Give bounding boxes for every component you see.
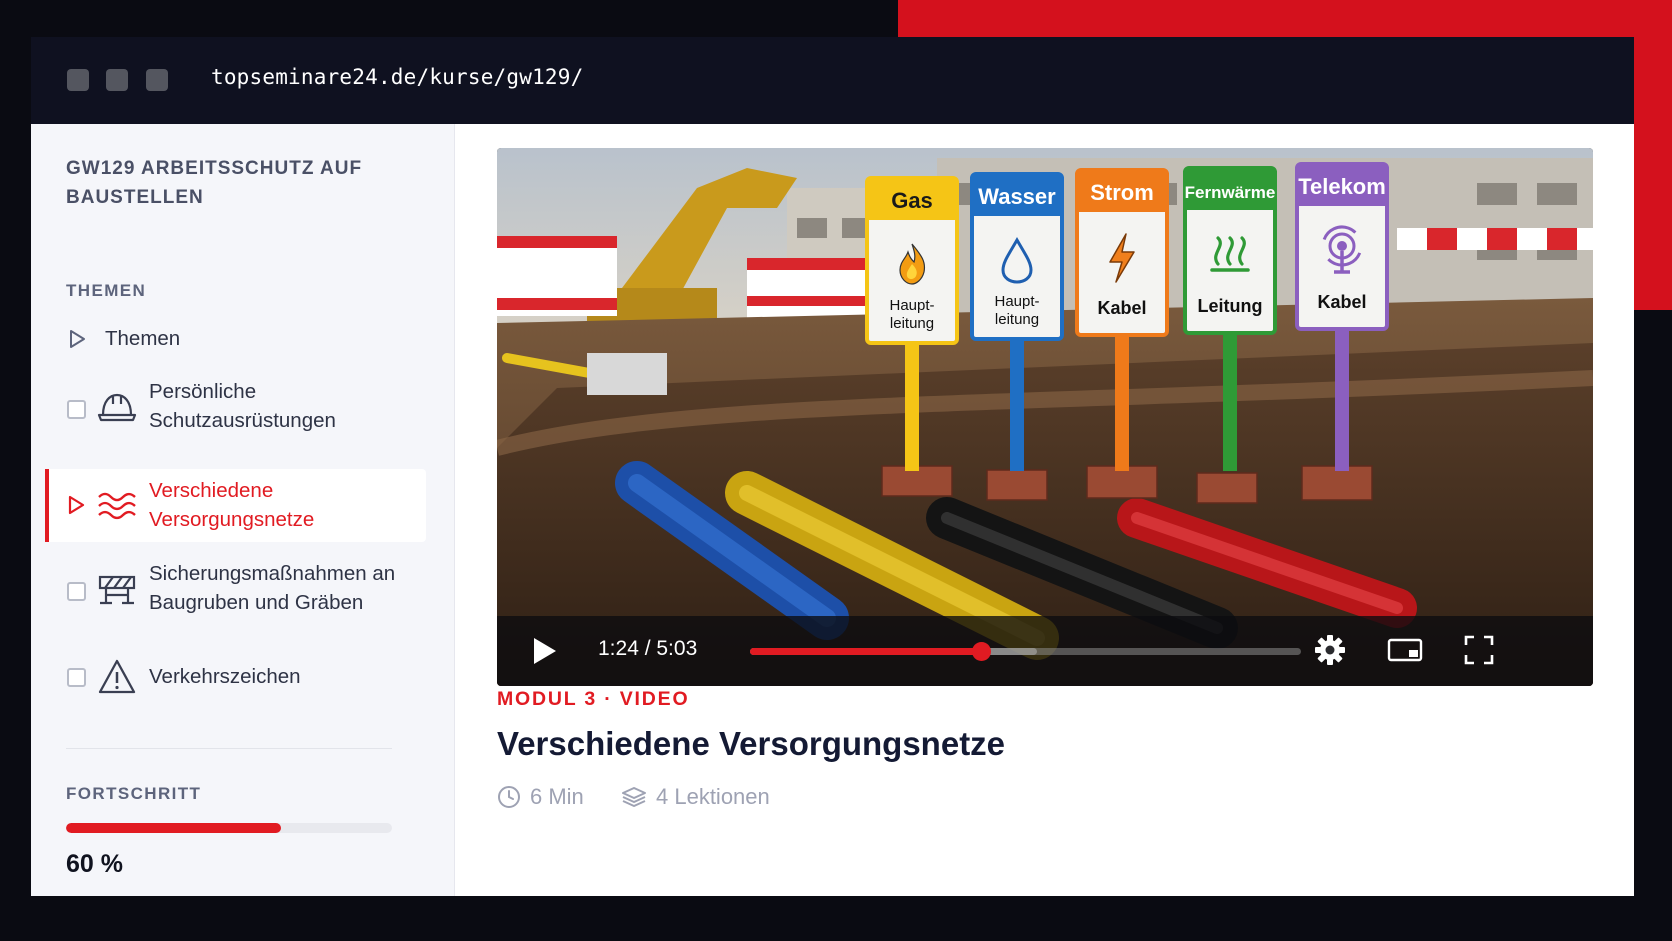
item-checkbox[interactable] <box>67 400 86 419</box>
browser-titlebar: topseminare24.de/kurse/gw129/ <box>31 37 1634 124</box>
sign-text: Haupt- <box>889 297 934 314</box>
theater-mode-icon[interactable] <box>1387 633 1423 667</box>
page-title: Verschiedene Versorgungsnetze <box>497 725 1006 762</box>
sidebar-item-themen[interactable]: Themen <box>45 314 426 364</box>
fullscreen-icon[interactable] <box>1462 633 1496 667</box>
sidebar-item-schutzausruestungen[interactable]: Persönliche Schutzausrüstungen <box>45 374 426 444</box>
sign-title: Wasser <box>978 184 1056 209</box>
browser-window: topseminare24.de/kurse/gw129/ GW129 ARBE… <box>31 37 1634 896</box>
sidebar-item-label: Themen <box>105 327 181 350</box>
sidebar-divider <box>66 748 392 749</box>
seek-handle[interactable] <box>972 642 992 661</box>
backdrop-dark-strip <box>1634 310 1672 941</box>
waves-icon <box>98 492 136 520</box>
sign-title: Gas <box>891 188 933 213</box>
hard-hat-icon <box>97 393 137 422</box>
play-button[interactable] <box>529 635 559 667</box>
progress-bar-fill <box>66 823 282 833</box>
play-outline-icon <box>70 330 85 348</box>
progress-bar <box>66 823 392 833</box>
sign-title: Strom <box>1090 180 1154 205</box>
sign-text: Leitung <box>1198 296 1263 316</box>
seek-bar[interactable] <box>750 642 1301 661</box>
sidebar-item-label: Verschiedene Versorgungsnetze <box>149 479 315 531</box>
progress-label: FORTSCHRITT <box>66 784 202 803</box>
topics-section-label: THEMEN <box>66 281 147 300</box>
sign-text: Kabel <box>1317 292 1366 312</box>
sign-text: Kabel <box>1097 298 1146 318</box>
sidebar-item-sicherungsmassnahmen[interactable]: Sicherungsmaßnahmen an Baugruben und Grä… <box>45 556 426 624</box>
video-player[interactable]: Gas Haupt-leitung Wasser Haupt-leitung Strom… <box>497 148 1593 686</box>
sidebar-item-verkehrszeichen[interactable]: Verkehrszeichen <box>45 649 426 705</box>
course-sidebar: GW129 ARBEITSSCHUTZ AUF BAUSTELLEN THEME… <box>31 124 455 896</box>
sidebar-item-versorgungsnetze[interactable]: Verschiedene Versorgungsnetze <box>45 469 426 542</box>
sign-post <box>1010 339 1024 471</box>
window-control-close[interactable] <box>67 69 89 91</box>
duration-text: 6 Min <box>530 784 584 809</box>
sign-text: Haupt- <box>994 293 1039 310</box>
sign-post <box>905 343 919 471</box>
sign-post <box>1335 329 1349 471</box>
item-checkbox[interactable] <box>67 582 86 601</box>
settings-gear-icon[interactable] <box>1313 633 1347 667</box>
window-control-minimize[interactable] <box>106 69 128 91</box>
module-eyebrow: MODUL 3 · VIDEO <box>497 688 690 710</box>
meta-lessons: 4 Lektionen <box>621 784 770 810</box>
sign-post <box>1223 333 1237 471</box>
video-time: 1:24 / 5:03 <box>598 637 698 660</box>
backdrop-dark-bottom <box>0 896 475 941</box>
play-outline-icon <box>68 495 85 515</box>
seek-played <box>750 648 982 655</box>
sign-title: Fernwärme <box>1185 183 1276 202</box>
sidebar-item-label: Sicherungsmaßnahmen an Baugruben und Grä… <box>149 562 396 614</box>
sign-post <box>1115 335 1129 471</box>
sign-text: leitung <box>995 311 1039 328</box>
video-controls: 1:24 / 5:03 <box>497 616 1593 686</box>
layers-icon <box>622 787 646 807</box>
lessons-text: 4 Lektionen <box>656 784 770 809</box>
sign-text: leitung <box>890 315 934 332</box>
barrier-icon <box>98 575 136 605</box>
window-control-maximize[interactable] <box>146 69 168 91</box>
sign-title: Telekom <box>1298 174 1386 199</box>
video-thumbnail-scene: Gas Haupt-leitung Wasser Haupt-leitung Strom… <box>497 148 1593 686</box>
sidebar-item-label: Persönliche Schutzausrüstungen <box>149 380 336 432</box>
course-title: GW129 ARBEITSSCHUTZ AUF BAUSTELLEN <box>66 158 363 208</box>
address-bar-url[interactable]: topseminare24.de/kurse/gw129/ <box>211 65 583 89</box>
item-checkbox[interactable] <box>67 668 86 687</box>
warning-triangle-icon <box>98 659 136 694</box>
clock-icon <box>498 786 520 808</box>
progress-value: 60 % <box>66 850 123 878</box>
meta-duration: 6 Min <box>497 784 584 810</box>
sidebar-item-label: Verkehrszeichen <box>149 665 301 688</box>
